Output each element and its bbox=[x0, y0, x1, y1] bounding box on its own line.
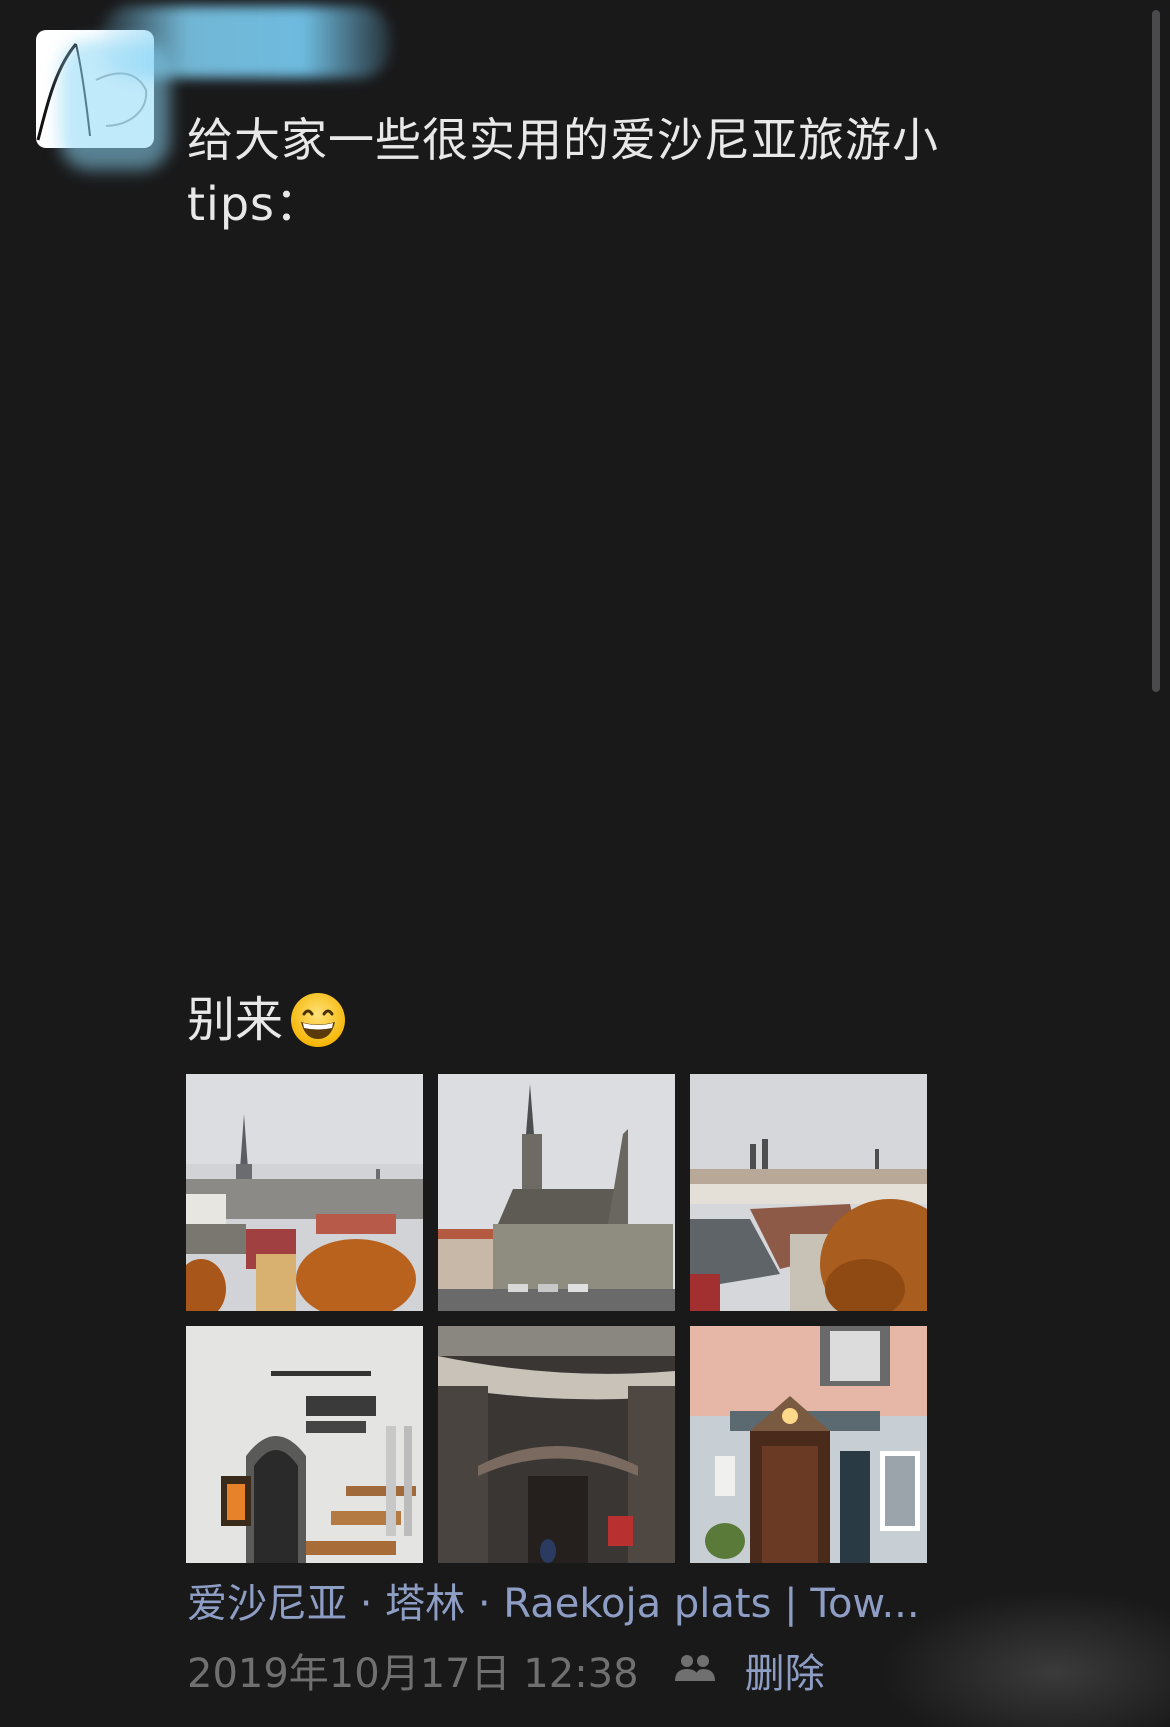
post-closing: 别来 bbox=[187, 988, 347, 1052]
photo-thumbnail[interactable] bbox=[186, 1074, 423, 1311]
timestamp: 2019年10月17日 12:38 bbox=[187, 1651, 639, 1697]
location-link[interactable]: 爱沙尼亚 · 塔林 · Raekoja plats | Tow... bbox=[187, 1572, 947, 1636]
scrollbar[interactable] bbox=[1152, 10, 1160, 692]
post-text: 给大家一些很实用的爱沙尼亚旅游小 tips： bbox=[187, 108, 1047, 236]
photo-thumbnail[interactable] bbox=[690, 1074, 927, 1311]
photo-thumbnail[interactable] bbox=[438, 1326, 675, 1563]
grinning-face-emoji bbox=[291, 993, 346, 1047]
username-redaction bbox=[100, 6, 390, 78]
photo-thumbnail[interactable] bbox=[438, 1074, 675, 1311]
delete-button[interactable]: 删除 bbox=[745, 1641, 825, 1699]
photo-thumbnail[interactable] bbox=[186, 1326, 423, 1563]
corner-smudge bbox=[880, 1590, 1170, 1727]
closing-text: 别来 bbox=[187, 992, 284, 1048]
friends-icon[interactable] bbox=[673, 1647, 717, 1693]
post-meta: 2019年10月17日 12:38 删除 bbox=[187, 1638, 825, 1702]
post-text-line: tips： bbox=[187, 177, 322, 231]
photo-thumbnail[interactable] bbox=[690, 1326, 927, 1563]
photo-grid bbox=[186, 1074, 927, 1563]
post-text-line: 给大家一些很实用的爱沙尼亚旅游小 bbox=[187, 113, 939, 167]
